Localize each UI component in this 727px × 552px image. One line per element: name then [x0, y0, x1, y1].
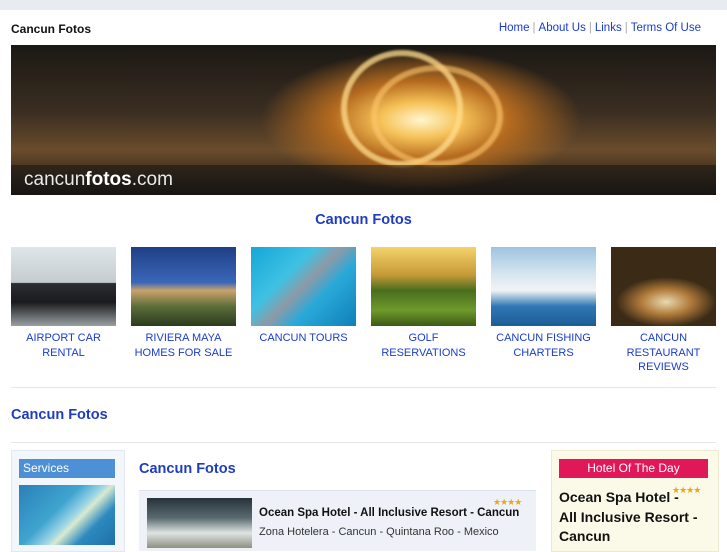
tile-restaurant-reviews[interactable]: CANCUN RESTAURANT REVIEWS	[611, 247, 716, 375]
tile-label[interactable]: GOLF RESERVATIONS	[371, 331, 476, 360]
hotel-name-link[interactable]: Ocean Spa Hotel - All Inclusive Resort -…	[259, 507, 519, 519]
tile-label[interactable]: CANCUN TOURS	[251, 331, 356, 346]
tile-riviera-maya-homes[interactable]: RIVIERA MAYA HOMES FOR SALE	[131, 247, 236, 360]
fire-ring-decoration	[371, 65, 503, 167]
hotel-of-the-day-name[interactable]: Ocean Spa Hotel - All Inclusive Resort -…	[559, 488, 699, 547]
services-heading: Services	[19, 459, 115, 478]
golf-image[interactable]	[371, 247, 476, 326]
top-navigation: Home | About Us | Links | Terms Of Use	[499, 22, 701, 34]
food-image[interactable]	[611, 247, 716, 326]
nav-separator: |	[624, 22, 628, 34]
tile-label[interactable]: AIRPORT CAR RENTAL	[11, 331, 116, 360]
site-name[interactable]: Cancun Fotos	[11, 22, 91, 36]
nav-about-link[interactable]: About Us	[539, 22, 586, 34]
banner-logo: cancunfotos.com	[24, 169, 173, 190]
top-bar	[0, 0, 727, 10]
nav-home-link[interactable]: Home	[499, 22, 530, 34]
tile-golf-reservations[interactable]: GOLF RESERVATIONS	[371, 247, 476, 360]
nav-terms-link[interactable]: Terms Of Use	[631, 22, 701, 34]
tile-label[interactable]: CANCUN RESTAURANT REVIEWS	[611, 331, 716, 375]
section-title: Cancun Fotos	[11, 407, 108, 423]
hotel-of-the-day-heading: Hotel Of The Day	[559, 459, 708, 478]
divider	[11, 442, 716, 443]
nav-separator: |	[532, 22, 536, 34]
main-title: Cancun Fotos	[139, 461, 236, 477]
tile-label[interactable]: CANCUN FISHING CHARTERS	[491, 331, 596, 360]
star-rating-icon: ★★★★	[493, 497, 522, 507]
aerial-photo[interactable]	[19, 485, 115, 545]
tile-fishing-charters[interactable]: CANCUN FISHING CHARTERS	[491, 247, 596, 360]
boat-image[interactable]	[491, 247, 596, 326]
tile-label[interactable]: RIVIERA MAYA HOMES FOR SALE	[131, 331, 236, 360]
tile-airport-car-rental[interactable]: AIRPORT CAR RENTAL	[11, 247, 116, 360]
car-image[interactable]	[11, 247, 116, 326]
nav-separator: |	[588, 22, 592, 34]
house-image[interactable]	[131, 247, 236, 326]
nav-links-link[interactable]: Links	[595, 22, 622, 34]
hotel-location: Zona Hotelera - Cancun - Quintana Roo - …	[259, 526, 499, 538]
dolphin-image[interactable]	[251, 247, 356, 326]
hotel-thumbnail[interactable]	[147, 498, 252, 548]
center-title: Cancun Fotos	[315, 212, 412, 228]
tile-cancun-tours[interactable]: CANCUN TOURS	[251, 247, 356, 346]
divider	[11, 387, 716, 388]
hero-banner: cancunfotos.com	[11, 45, 716, 195]
